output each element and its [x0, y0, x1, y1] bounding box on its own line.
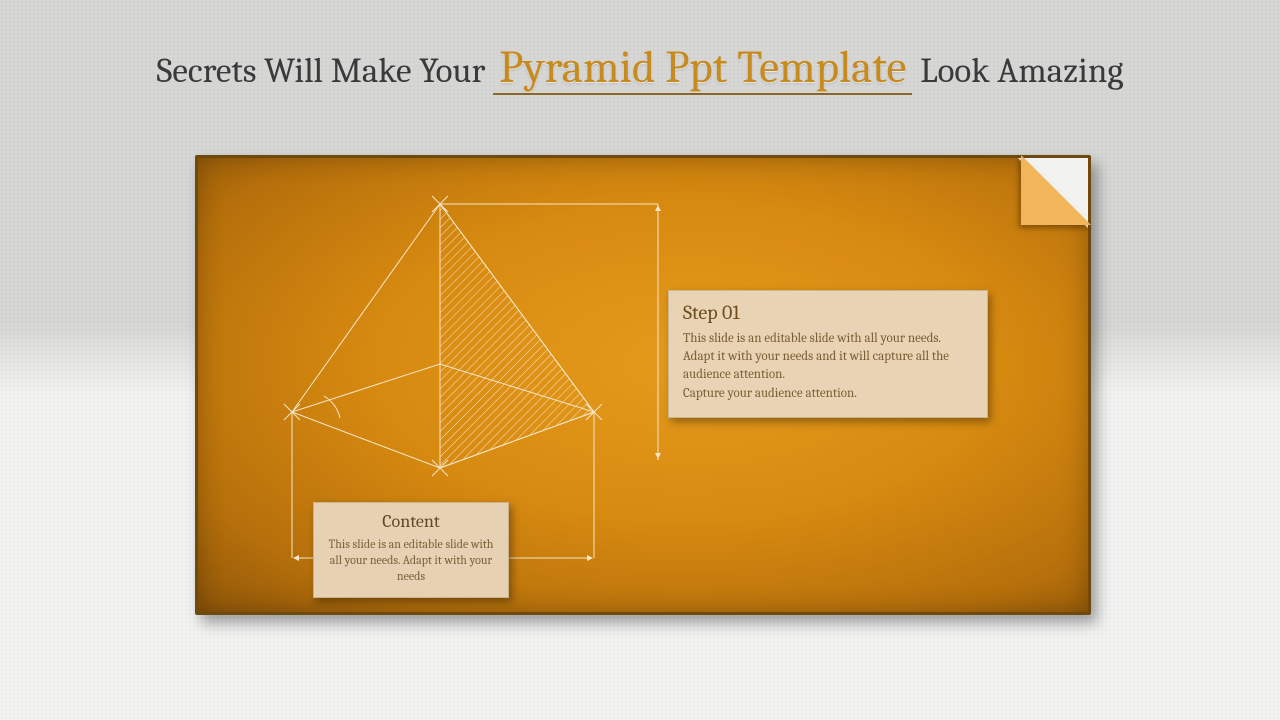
step-body: This slide is an editable slide with all…	[683, 330, 973, 403]
content-heading: Content	[324, 511, 498, 532]
blueprint-board: Step 01 This slide is an editable slide …	[195, 155, 1091, 615]
content-body: This slide is an editable slide with all…	[324, 536, 498, 585]
title-pre: Secrets Will Make Your	[157, 50, 494, 91]
step-heading: Step 01	[683, 301, 973, 324]
slide-title: Secrets Will Make Your Pyramid Ppt Templ…	[0, 46, 1280, 95]
title-post: Look Amazing	[912, 50, 1123, 91]
folded-corner-icon	[1021, 155, 1091, 225]
board-wrap: Step 01 This slide is an editable slide …	[195, 155, 1091, 615]
title-accent: Pyramid Ppt Template	[493, 46, 912, 95]
step-box: Step 01 This slide is an editable slide …	[668, 290, 988, 418]
content-box: Content This slide is an editable slide …	[313, 502, 509, 598]
